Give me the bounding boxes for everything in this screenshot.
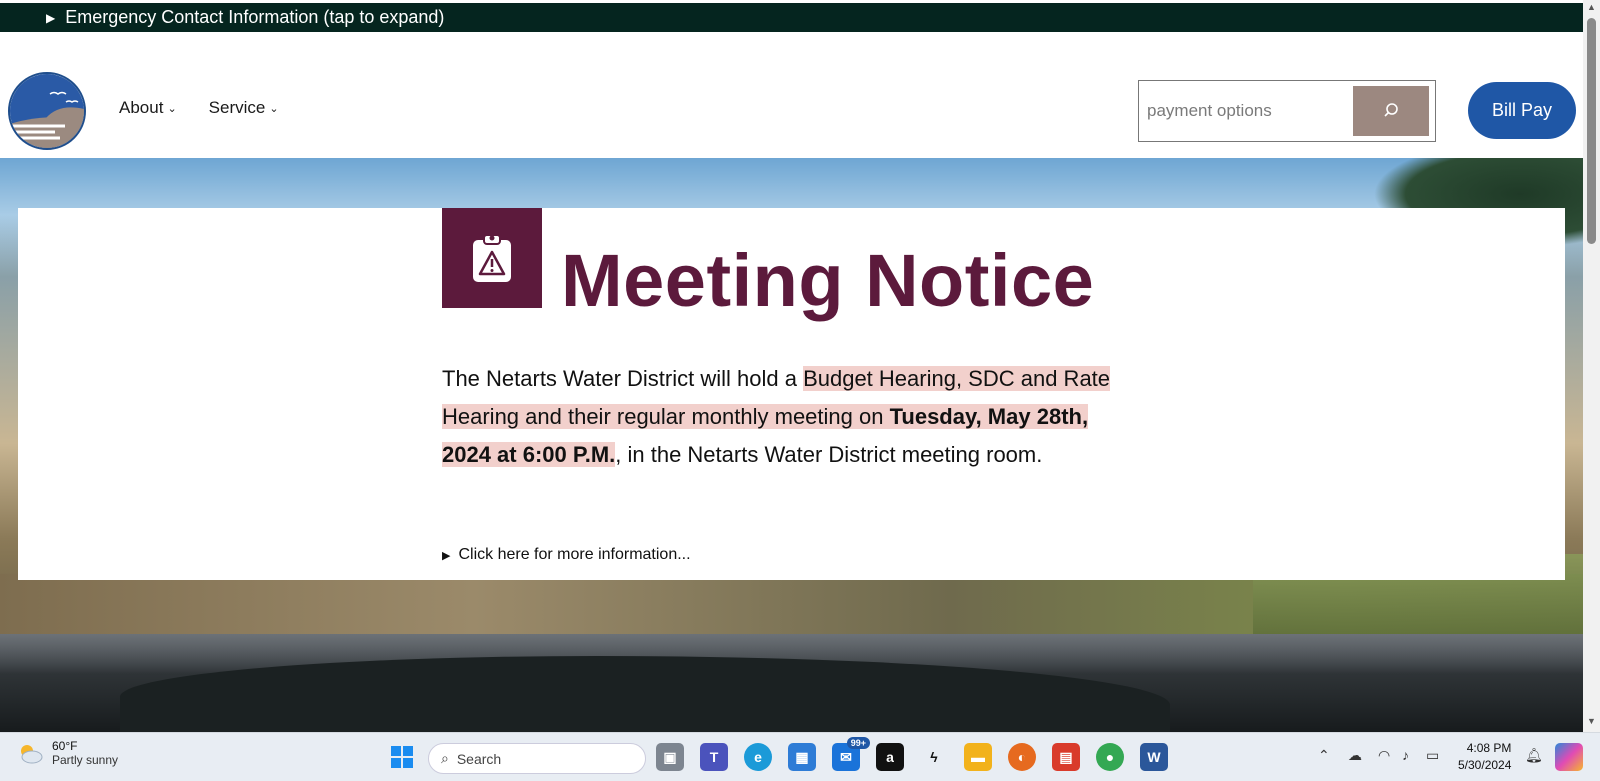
microsoft-store-icon[interactable]: ▦ <box>788 743 816 771</box>
mail-icon[interactable]: ✉ 99+ <box>832 737 870 771</box>
weather-description: Partly sunny <box>52 753 119 767</box>
nav-about[interactable]: About ⌄ <box>119 98 177 118</box>
notification-bell-icon[interactable]: 🔔︎ <box>1525 747 1543 764</box>
wifi-icon[interactable]: ◠ <box>1378 747 1390 764</box>
bill-pay-button[interactable]: Bill Pay <box>1468 82 1576 139</box>
edge-icon[interactable]: e <box>744 743 772 771</box>
scroll-up-arrow-icon[interactable]: ▲ <box>1583 2 1600 16</box>
hero-background-photo: Meeting Notice The Netarts Water Distric… <box>0 158 1583 634</box>
main-nav: About ⌄ Service ⌄ <box>119 98 279 118</box>
clipboard-warning-icon <box>442 208 542 308</box>
browser-page: ▶ Emergency Contact Information (tap to … <box>0 0 1600 781</box>
chevron-down-icon: ⌄ <box>269 102 279 115</box>
page-scrollbar[interactable]: ▲ ▼ <box>1583 0 1600 732</box>
show-hidden-icons-chevron-icon[interactable]: ⌃ <box>1318 747 1330 764</box>
scrollbar-thumb[interactable] <box>1587 18 1596 244</box>
windows-taskbar: 60°F Partly sunny ⌕ Search ▣ T e ▦ ✉ 99+ … <box>0 732 1600 781</box>
onedrive-cloud-icon[interactable]: ☁ <box>1348 747 1362 764</box>
taskbar-clock[interactable]: 4:08 PM 5/30/2024 <box>1458 740 1511 774</box>
expand-triangle-icon: ▶ <box>442 549 451 562</box>
teams-icon[interactable]: T <box>700 743 728 771</box>
more-info-label: Click here for more information... <box>458 546 691 563</box>
firefox-icon[interactable]: ◐ <box>1008 743 1036 771</box>
nav-service[interactable]: Service ⌄ <box>209 98 279 118</box>
scroll-down-arrow-icon[interactable]: ▼ <box>1583 716 1600 730</box>
emergency-contact-toggle[interactable]: ▶ Emergency Contact Information (tap to … <box>0 0 1583 32</box>
expand-triangle-icon: ▶ <box>46 10 56 25</box>
mail-unread-badge: 99+ <box>846 737 870 749</box>
lower-landscape-photo <box>0 634 1583 732</box>
notice-body: The Netarts Water District will hold a B… <box>442 360 1122 474</box>
site-header: About ⌄ Service ⌄ Bill Pay <box>0 32 1583 158</box>
clock-time: 4:08 PM <box>1466 741 1512 755</box>
file-explorer-icon[interactable]: ▬ <box>964 743 992 771</box>
weather-temperature: 60°F <box>52 739 78 753</box>
copilot-icon[interactable] <box>1555 743 1583 771</box>
meeting-notice-card: Meeting Notice The Netarts Water Distric… <box>18 208 1565 580</box>
notice-body-location: , in the Netarts Water District meeting … <box>615 442 1043 467</box>
partly-sunny-icon <box>21 745 43 764</box>
amazon-icon[interactable]: a <box>876 743 904 771</box>
search-button[interactable] <box>1353 86 1429 136</box>
weather-widget[interactable]: 60°F Partly sunny <box>16 739 118 767</box>
emergency-contact-label: Emergency Contact Information (tap to ex… <box>65 7 445 27</box>
more-info-toggle[interactable]: ▶ Click here for more information... <box>442 546 691 564</box>
windows-start-icon[interactable] <box>388 743 416 771</box>
word-icon[interactable]: W <box>1140 743 1168 771</box>
lightning-app-icon[interactable]: ϟ <box>920 743 948 771</box>
clock-date: 5/30/2024 <box>1458 758 1512 772</box>
nav-about-label: About <box>119 98 164 117</box>
pdf-reader-icon[interactable]: ▤ <box>1052 743 1080 771</box>
search-input[interactable] <box>1147 86 1353 136</box>
nav-service-label: Service <box>208 98 266 117</box>
search-icon: ⌕ <box>441 750 449 766</box>
notice-body-intro: The Netarts Water District will hold a <box>442 366 804 391</box>
search-icon <box>1384 103 1398 117</box>
chrome-icon[interactable]: ● <box>1096 743 1124 771</box>
site-search <box>1138 80 1436 142</box>
taskbar-search[interactable]: ⌕ Search <box>428 743 646 774</box>
netarts-water-district-logo[interactable] <box>8 72 86 150</box>
battery-icon[interactable]: ▭ <box>1426 747 1439 764</box>
notice-title: Meeting Notice <box>561 239 1095 322</box>
volume-icon[interactable]: ♪ <box>1402 747 1409 763</box>
chevron-down-icon: ⌄ <box>167 102 177 115</box>
taskbar-search-label: Search <box>456 750 502 767</box>
task-view-icon[interactable]: ▣ <box>656 743 684 771</box>
